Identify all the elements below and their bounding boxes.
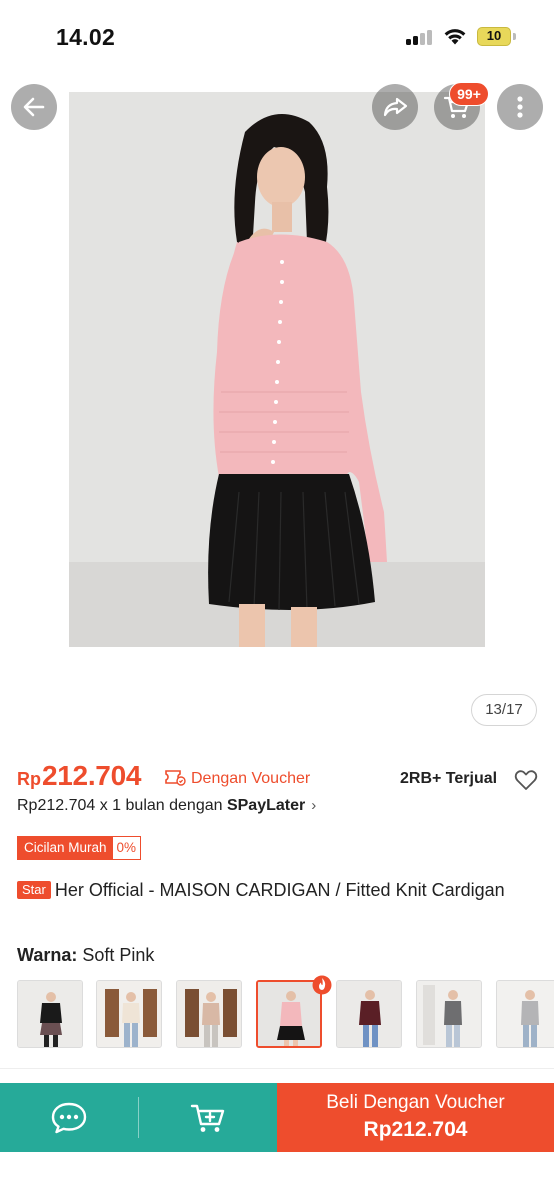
variant-thumbnail[interactable] [176, 980, 242, 1048]
heart-icon[interactable] [514, 769, 538, 791]
thumb-light-grey-image [497, 981, 554, 1047]
thumb-beige-knit-image [177, 981, 241, 1047]
voucher-label[interactable]: Dengan Voucher [191, 770, 310, 788]
variant-thumbnail[interactable] [17, 980, 83, 1048]
battery-icon: 10 [477, 27, 511, 46]
thumb-black-top-image [18, 981, 82, 1047]
status-time: 14.02 [56, 24, 116, 50]
image-counter: 13/17 [471, 694, 537, 726]
thumb-cream-knit-image [97, 981, 161, 1047]
model-illustration [69, 92, 485, 647]
buy-price: Rp212.704 [363, 1118, 468, 1141]
battery-tip [513, 33, 516, 40]
variant-label: Warna: [17, 945, 78, 965]
divider [0, 1068, 554, 1069]
star-seller-badge: Star [17, 881, 51, 899]
chevron-right-icon: › [311, 797, 317, 814]
status-bar: 14.02 10 [0, 0, 554, 72]
thumb-maroon-image [337, 981, 401, 1047]
share-icon [383, 97, 408, 117]
arrow-left-icon [23, 97, 45, 117]
variant-thumbnail[interactable] [96, 980, 162, 1048]
buy-with-voucher-button[interactable]: Beli Dengan Voucher Rp212.704 [277, 1083, 554, 1152]
more-options-button[interactable] [497, 84, 543, 130]
chat-button[interactable] [0, 1083, 138, 1152]
more-vertical-icon [517, 96, 523, 118]
signal-icon [406, 29, 434, 45]
chat-icon [51, 1102, 87, 1133]
add-to-cart-icon [190, 1104, 225, 1132]
installment-rate: 0% [112, 837, 141, 859]
bottom-left-actions [0, 1083, 277, 1152]
spaylater-text: Rp212.704 x 1 bulan dengan [17, 797, 227, 814]
product-photo[interactable] [69, 92, 485, 647]
price: Rp 212.704 [17, 760, 141, 792]
product-image-gallery[interactable]: 13/17 [0, 72, 554, 732]
add-to-cart-button[interactable] [139, 1083, 277, 1152]
variant-thumbnail[interactable] [496, 980, 554, 1048]
battery-level: 10 [486, 28, 502, 43]
sold-count: 2RB+ Terjual [400, 770, 498, 787]
spaylater-brand: SPayLater [226, 797, 306, 814]
product-title-text: Her Official - MAISON CARDIGAN / Fitted … [54, 880, 505, 900]
buy-label: Beli Dengan Voucher [326, 1092, 505, 1113]
product-page: 14.02 10 13/17 99+ Rp 212.704 Dengan Vou… [0, 0, 554, 1200]
variant-thumbnails [17, 980, 554, 1050]
variant-thumbnail[interactable] [416, 980, 482, 1048]
bottom-action-bar: Beli Dengan Voucher Rp212.704 [0, 1083, 554, 1152]
thumb-grey-image [417, 981, 481, 1047]
price-currency: Rp [17, 769, 41, 789]
hot-fire-icon [312, 975, 332, 995]
back-button[interactable] [11, 84, 57, 130]
installment-label: Cicilan Murah [18, 837, 113, 859]
installment-badge: Cicilan Murah 0% [17, 836, 142, 860]
cart-count-badge: 99+ [449, 82, 489, 106]
spaylater-offer[interactable]: Rp212.704 x 1 bulan dengan SPayLater › [17, 797, 316, 815]
voucher-icon [165, 770, 186, 786]
share-button[interactable] [372, 84, 418, 130]
variant-value: Soft Pink [82, 945, 155, 965]
price-amount: 212.704 [42, 760, 142, 791]
variant-thumbnail[interactable] [336, 980, 402, 1048]
variant-label-row: Warna: Soft Pink [17, 945, 154, 966]
product-title: Star Her Official - MAISON CARDIGAN / Fit… [17, 878, 517, 903]
wifi-icon [444, 29, 466, 45]
